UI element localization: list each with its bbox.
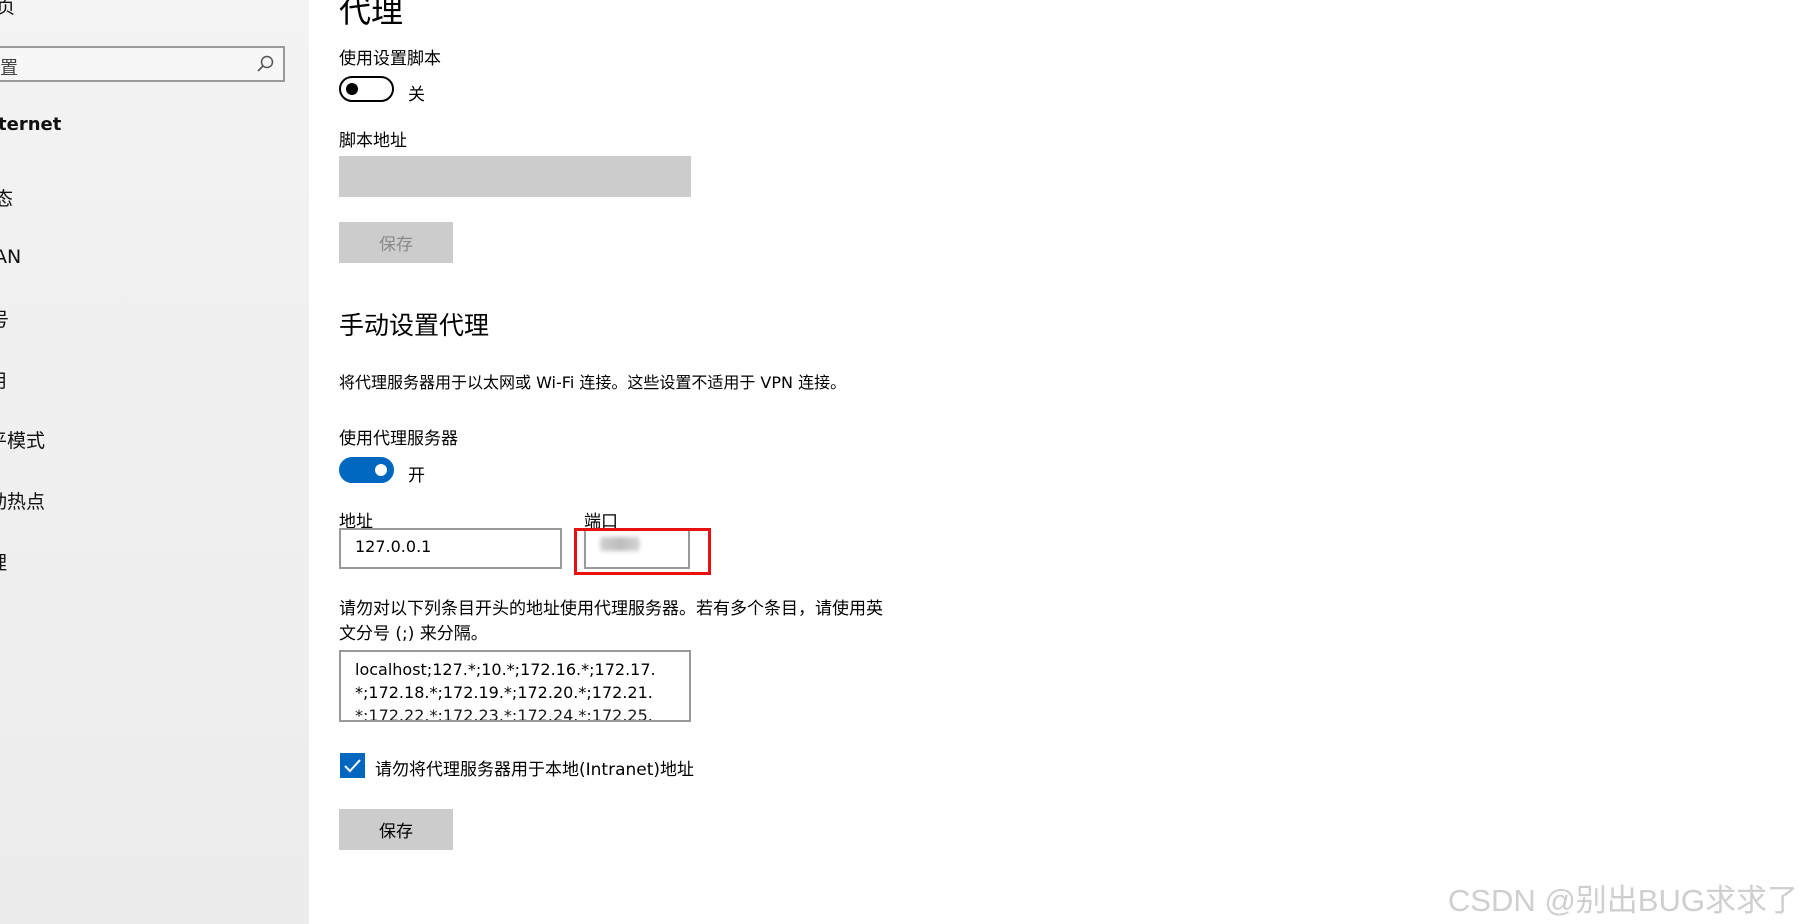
sidebar-item-status[interactable]: 态 <box>0 184 13 211</box>
sidebar: 页 置 ternet 态 AN 号 用 平模式 动热点 理 <box>0 0 309 924</box>
page-title: 代理 <box>339 0 404 30</box>
use-setup-script-label: 使用设置脚本 <box>339 49 441 69</box>
exceptions-label-line2: 文分号 (;) 来分隔。 <box>339 624 488 644</box>
proxy-exceptions-textarea[interactable]: localhost;127.*;10.*;172.16.*;172.17. *;… <box>339 650 691 722</box>
script-address-input[interactable] <box>339 156 691 197</box>
port-highlight-box <box>574 528 711 575</box>
exceptions-line: localhost;127.*;10.*;172.16.*;172.17. <box>355 660 656 679</box>
setup-script-toggle-state: 关 <box>408 85 425 105</box>
use-proxy-server-toggle[interactable] <box>339 457 394 483</box>
setup-script-toggle[interactable] <box>339 76 394 102</box>
sidebar-top-partial: 页 <box>0 0 16 18</box>
sidebar-item-proxy[interactable]: 理 <box>0 548 7 575</box>
watermark: CSDN @别出BUG求求了 <box>1447 883 1798 918</box>
exceptions-line: *;172.18.*;172.19.*;172.20.*;172.21. <box>355 683 653 702</box>
exceptions-label-line1: 请勿对以下列条目开头的地址使用代理服务器。若有多个条目，请使用英 <box>339 599 883 619</box>
checkmark-icon <box>344 759 361 773</box>
bypass-local-label: 请勿将代理服务器用于本地(Intranet)地址 <box>375 760 695 780</box>
sidebar-item-airplane-mode[interactable]: 平模式 <box>0 426 45 453</box>
sidebar-item-data-usage[interactable]: 用 <box>0 366 7 393</box>
bypass-local-checkbox[interactable] <box>340 753 365 778</box>
search-placeholder: 置 <box>0 58 18 79</box>
sidebar-heading-network-internet: ternet <box>0 114 62 135</box>
proxy-address-input[interactable]: 127.0.0.1 <box>339 528 562 569</box>
script-address-label: 脚本地址 <box>339 131 407 151</box>
use-proxy-server-toggle-state: 开 <box>408 466 425 486</box>
manual-proxy-description: 将代理服务器用于以太网或 Wi-Fi 连接。这些设置不适用于 VPN 连接。 <box>339 373 847 392</box>
manual-save-button[interactable]: 保存 <box>339 809 453 850</box>
toggle-knob <box>375 464 387 476</box>
sidebar-item-mobile-hotspot[interactable]: 动热点 <box>0 487 45 514</box>
manual-proxy-section-title: 手动设置代理 <box>339 311 490 340</box>
search-icon[interactable] <box>255 54 275 74</box>
exceptions-line: *;172.22.*;172.23.*;172.24.*;172.25. <box>355 706 653 722</box>
settings-search-box[interactable]: 置 <box>0 46 285 82</box>
toggle-knob <box>346 83 358 95</box>
auto-save-button[interactable]: 保存 <box>339 222 453 263</box>
use-proxy-server-label: 使用代理服务器 <box>339 429 458 449</box>
sidebar-item-wlan[interactable]: AN <box>0 246 21 268</box>
sidebar-item-dialup[interactable]: 号 <box>0 305 9 332</box>
